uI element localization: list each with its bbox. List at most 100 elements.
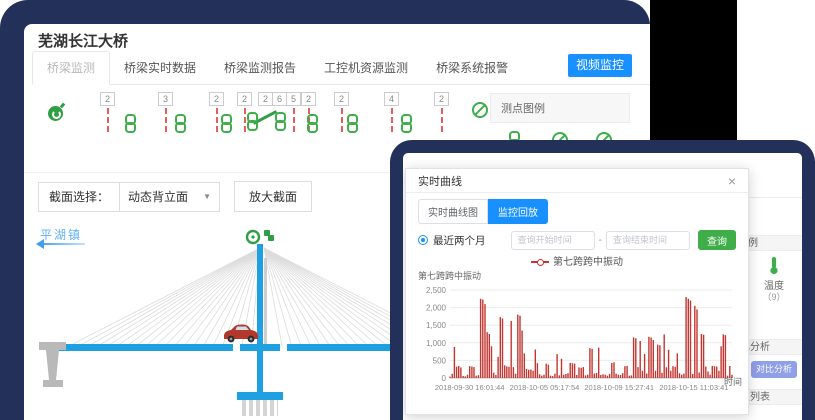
bridge-deck (57, 344, 233, 351)
svg-text:1,500: 1,500 (426, 321, 447, 330)
range-separator: - (599, 235, 602, 246)
realtime-curve-modal: 实时曲线 × 实时曲线图 监控回放 最近两个月 - 查询 第七跨跨中振动 第七跨… (405, 168, 749, 415)
sensor-drop-line (293, 108, 295, 132)
left-arrow-icon (39, 243, 85, 245)
svg-text:2018-09-30 16:01:44: 2018-09-30 16:01:44 (435, 383, 505, 392)
background-black-block (650, 0, 737, 145)
sensor-count-badge: 4 (384, 92, 399, 106)
chart-axis-title: 第七跨跨中振动 (418, 269, 740, 282)
chain-sensor-icon[interactable] (306, 114, 319, 133)
chevron-down-icon: ▼ (203, 192, 211, 201)
abutment (39, 342, 66, 387)
svg-text:500: 500 (433, 356, 447, 365)
divider (746, 197, 802, 198)
chart-area: 第七跨跨中振动 0 500 1,000 1,500 2,000 2,500 2018-09-… (416, 269, 740, 405)
legend-panel-title: 测点图例 (490, 93, 630, 123)
svg-text:2018-10-09 15:27:41: 2018-10-09 15:27:41 (584, 383, 654, 392)
compare-section-title: 对比分析 (746, 340, 802, 355)
tab-playback[interactable]: 监控回放 (488, 199, 548, 224)
x-axis-name: 时间 (724, 375, 742, 388)
query-controls: 最近两个月 - 查询 (418, 230, 736, 250)
overlay-window: 测点图例 温度 （9） 对比分析 对比分析 测点列表 实时曲线 × 实时曲线 (390, 140, 815, 420)
list-section-header: 测点列表 (746, 389, 802, 405)
sensor-count-badge: 2 (334, 92, 349, 106)
sensor-count-badge: 2 (258, 92, 273, 106)
legend-section-title: 测点图例 (746, 236, 802, 251)
overlay-window-content: 测点图例 温度 （9） 对比分析 对比分析 测点列表 实时曲线 × 实时曲线 (403, 153, 802, 420)
chain-sensor-icon[interactable] (174, 114, 187, 133)
radio-label: 最近两个月 (433, 233, 486, 248)
legend-section-header: 测点图例 (746, 235, 802, 251)
compare-section-header: 对比分析 (746, 339, 802, 355)
main-tab-bar: 桥梁监测 桥梁实时数据 桥梁监测报告 工控机资源监测 桥梁系统报警 (32, 56, 650, 85)
chain-sensor-icon[interactable] (400, 114, 413, 133)
section-select-value: 动态背立面 (128, 188, 188, 205)
vibration-chart: 0 500 1,000 1,500 2,000 2,500 2018-09-30 16:01… (416, 282, 740, 400)
pier-cap (237, 392, 283, 400)
video-monitor-button[interactable]: 视频监控 (568, 54, 632, 77)
svg-text:2,500: 2,500 (426, 286, 447, 295)
sensor-drop-line (341, 108, 343, 132)
tower-sensor-icon[interactable] (264, 230, 274, 241)
close-icon[interactable]: × (728, 174, 736, 188)
section-select-group: 截面选择： 动态背立面 ▼ (38, 182, 220, 212)
tower (257, 244, 263, 344)
temperature-count: （9） (746, 290, 802, 303)
compare-analysis-button[interactable]: 对比分析 (751, 361, 797, 378)
chain-sensor-icon[interactable] (246, 112, 259, 131)
modal-header: 实时曲线 × (406, 169, 748, 193)
tab-bridge-monitor[interactable]: 桥梁监测 (32, 51, 110, 85)
tab-realtime-data[interactable]: 桥梁实时数据 (110, 52, 210, 84)
sensor-count-badge: 3 (158, 92, 173, 106)
svg-text:0: 0 (442, 374, 447, 383)
list-section-title: 测点列表 (746, 390, 802, 405)
pier (257, 351, 263, 392)
sensor-count-badge: 2 (209, 92, 224, 106)
section-select-label: 截面选择： (39, 188, 119, 205)
bridge-deck (240, 344, 280, 351)
sensor-drop-line (216, 108, 218, 132)
chart-legend[interactable]: 第七跨跨中振动 (406, 253, 748, 268)
sensor-count-badge: 2 (237, 92, 252, 106)
dynamometer-icon[interactable] (48, 106, 63, 121)
radio-last-two-months[interactable] (418, 235, 428, 245)
tab-system-alarm[interactable]: 桥梁系统报警 (422, 52, 522, 84)
sensor-count-badge: 2 (434, 92, 449, 106)
sensor-count-badge: 2 (100, 92, 115, 106)
svg-text:2018-10-05 05:17:54: 2018-10-05 05:17:54 (510, 383, 580, 392)
pier-foundation (242, 400, 278, 416)
chain-sensor-icon[interactable] (220, 114, 233, 133)
section-select[interactable]: 动态背立面 ▼ (119, 182, 219, 212)
enlarge-section-button[interactable]: 放大截面 (234, 181, 312, 212)
sensor-drop-line (107, 108, 109, 132)
anemometer-icon[interactable] (247, 231, 259, 243)
modal-title: 实时曲线 (418, 173, 462, 189)
sensor-drop-line (441, 108, 443, 132)
svg-text:1,000: 1,000 (426, 339, 447, 348)
legend-panel: 测点图例 (490, 93, 630, 143)
sensor-count-badge: 5 (286, 92, 301, 106)
page-title: 芜湖长江大桥 (38, 30, 128, 51)
tab-ipc-resource[interactable]: 工控机资源监测 (310, 52, 422, 84)
tab-realtime-curve[interactable]: 实时曲线图 (418, 199, 488, 224)
town-label: 平湖镇 (40, 226, 82, 243)
legend-label: 第七跨跨中振动 (553, 257, 623, 268)
sensor-count-badge: 6 (272, 92, 287, 106)
legend-marker-icon (531, 261, 549, 263)
chain-sensor-icon[interactable] (346, 114, 359, 133)
end-time-input[interactable] (606, 231, 690, 250)
modal-tab-bar: 实时曲线图 监控回放 (406, 193, 748, 224)
thermometer-icon[interactable] (769, 256, 780, 275)
disabled-sensor-icon[interactable] (472, 102, 488, 118)
sensor-drop-line (165, 108, 167, 132)
chain-sensor-icon[interactable] (124, 114, 137, 133)
svg-text:2018-10-15 11:03:41: 2018-10-15 11:03:41 (659, 383, 728, 392)
chain-sensor-icon[interactable] (274, 112, 287, 131)
start-time-input[interactable] (511, 231, 595, 250)
svg-text:2,000: 2,000 (426, 304, 447, 313)
tower-back-leg (264, 258, 267, 344)
sensor-count-badge: 2 (301, 92, 316, 106)
tab-monitor-report[interactable]: 桥梁监测报告 (210, 52, 310, 84)
query-button[interactable]: 查询 (698, 230, 736, 250)
sensor-drop-line (391, 108, 393, 132)
